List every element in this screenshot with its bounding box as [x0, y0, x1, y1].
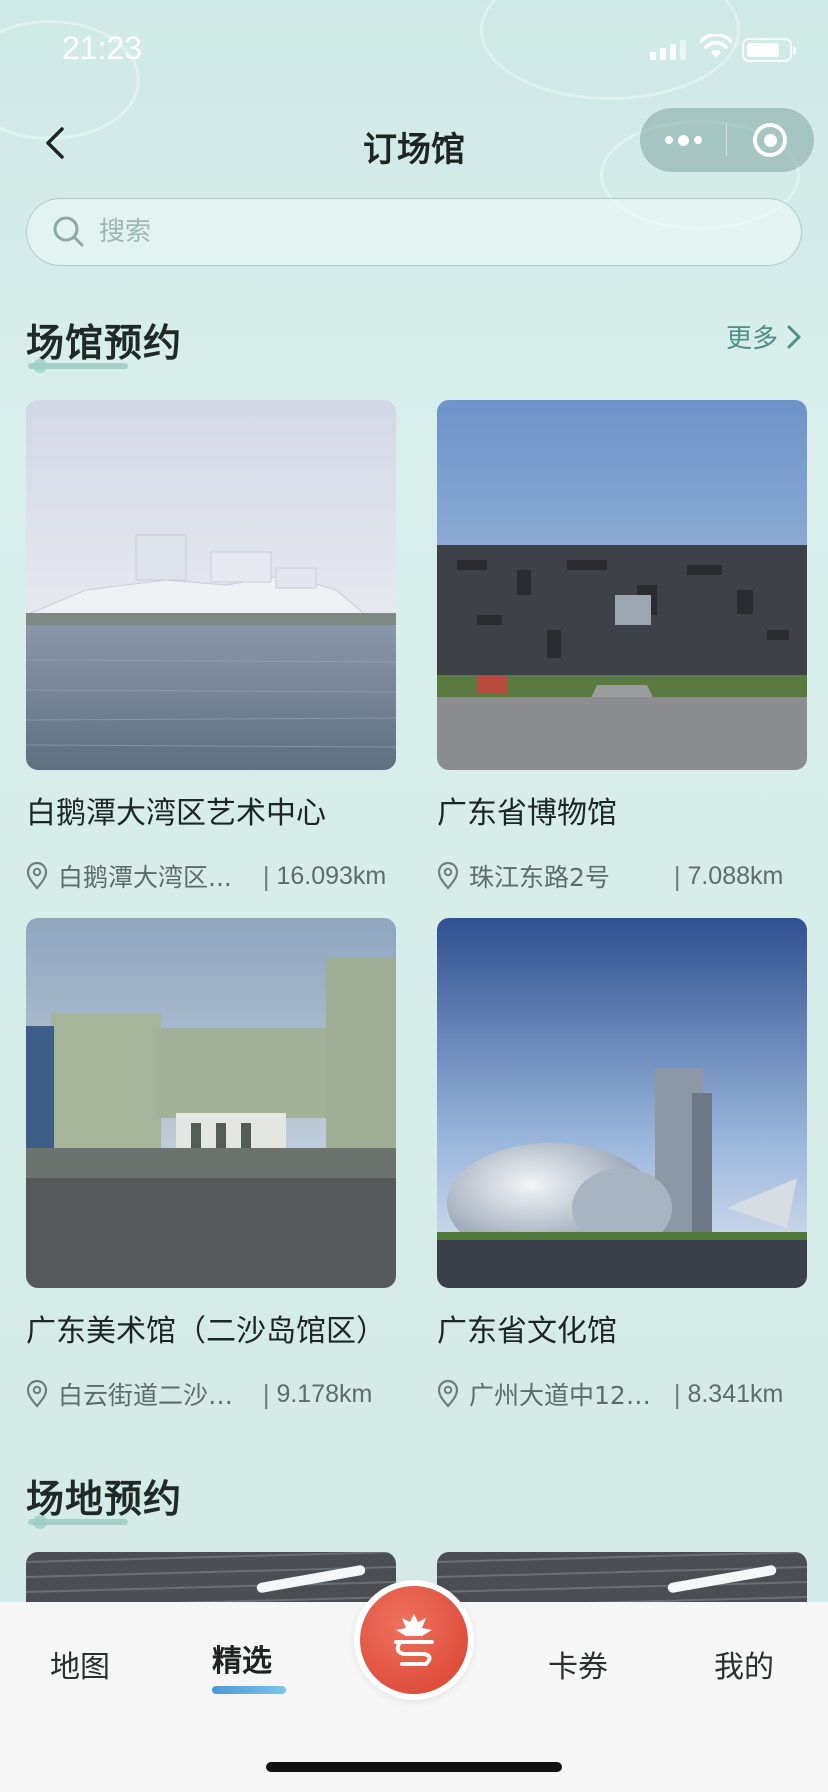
- home-indicator: [266, 1762, 562, 1772]
- center-logo-button[interactable]: [354, 1580, 474, 1700]
- status-time: 21:23: [62, 30, 143, 66]
- venue-section-header: 场馆预约 更多: [26, 312, 802, 382]
- more-link[interactable]: 更多: [726, 318, 802, 355]
- search-icon: [53, 216, 84, 247]
- site-section-header: 场地预约: [26, 1468, 802, 1538]
- search-bar[interactable]: [26, 198, 802, 266]
- venue-address: 广州大道中122...: [469, 1381, 665, 1410]
- venue-distance: 8.341km: [687, 1379, 784, 1408]
- tab-mine[interactable]: 我的: [714, 1642, 774, 1686]
- meta-separator: |: [262, 861, 271, 891]
- meta-separator: |: [673, 1379, 682, 1409]
- venue-name: 广东省博物馆: [437, 796, 617, 831]
- chevron-right-icon: [787, 325, 801, 348]
- venue-card[interactable]: 广东省博物馆 珠江东路2号 | 7.088km: [437, 400, 807, 894]
- venue-address: 珠江东路2号: [469, 863, 610, 892]
- venue-name: 广东省文化馆: [437, 1314, 617, 1349]
- venue-card[interactable]: 白鹅潭大湾区艺术中心 白鹅潭大湾区... | 16.093km: [26, 400, 396, 894]
- mini-program-capsule: [640, 108, 814, 172]
- venue-meta: 白鹅潭大湾区... | 16.093km: [26, 858, 396, 894]
- venue-image: [437, 400, 807, 770]
- title-decoration: [28, 1515, 128, 1529]
- meta-separator: |: [673, 861, 682, 891]
- active-tab-indicator: [212, 1686, 286, 1694]
- venue-meta: 珠江东路2号 | 7.088km: [437, 858, 807, 894]
- tab-coupons[interactable]: 卡券: [548, 1642, 608, 1686]
- venue-image: [26, 918, 396, 1288]
- title-decoration: [28, 359, 128, 373]
- venue-meta: 广州大道中122... | 8.341km: [437, 1376, 807, 1412]
- venue-image: [437, 918, 807, 1288]
- venue-name: 广东美术馆（二沙岛馆区）: [26, 1314, 386, 1349]
- venue-card[interactable]: 广东美术馆（二沙岛馆区） 白云街道二沙岛... | 9.178km: [26, 918, 396, 1412]
- venue-meta: 白云街道二沙岛... | 9.178km: [26, 1376, 396, 1412]
- status-bar: 21:23: [0, 0, 828, 100]
- location-pin-icon: [26, 862, 48, 890]
- battery-icon: [742, 38, 796, 62]
- lion-logo-icon: [394, 1614, 434, 1666]
- search-input[interactable]: [99, 217, 699, 247]
- venue-image: [26, 400, 396, 770]
- venue-card[interactable]: 广东省文化馆 广州大道中122... | 8.341km: [437, 918, 807, 1412]
- signal-icon: [650, 40, 686, 60]
- nav-bar: 订场馆: [0, 100, 828, 190]
- location-pin-icon: [437, 1380, 459, 1408]
- venue-distance: 16.093km: [276, 861, 387, 890]
- close-capsule-button[interactable]: [727, 108, 813, 172]
- venue-distance: 7.088km: [687, 861, 784, 890]
- tab-featured[interactable]: 精选: [212, 1636, 272, 1680]
- venue-name: 白鹅潭大湾区艺术中心: [26, 796, 326, 831]
- wifi-icon: [700, 34, 732, 58]
- venue-address: 白鹅潭大湾区...: [58, 863, 232, 892]
- venue-address: 白云街道二沙岛...: [58, 1381, 254, 1410]
- location-pin-icon: [26, 1380, 48, 1408]
- meta-separator: |: [262, 1379, 271, 1409]
- more-menu-button[interactable]: [640, 108, 726, 172]
- more-label: 更多: [725, 324, 778, 354]
- venue-distance: 9.178km: [276, 1379, 373, 1408]
- tab-map[interactable]: 地图: [50, 1642, 110, 1686]
- page-root: 21:23 订场馆 搜索 场馆预约 更多 白鹅潭大湾区艺术中心 白鹅潭大湾区..…: [0, 0, 828, 1792]
- location-pin-icon: [437, 862, 459, 890]
